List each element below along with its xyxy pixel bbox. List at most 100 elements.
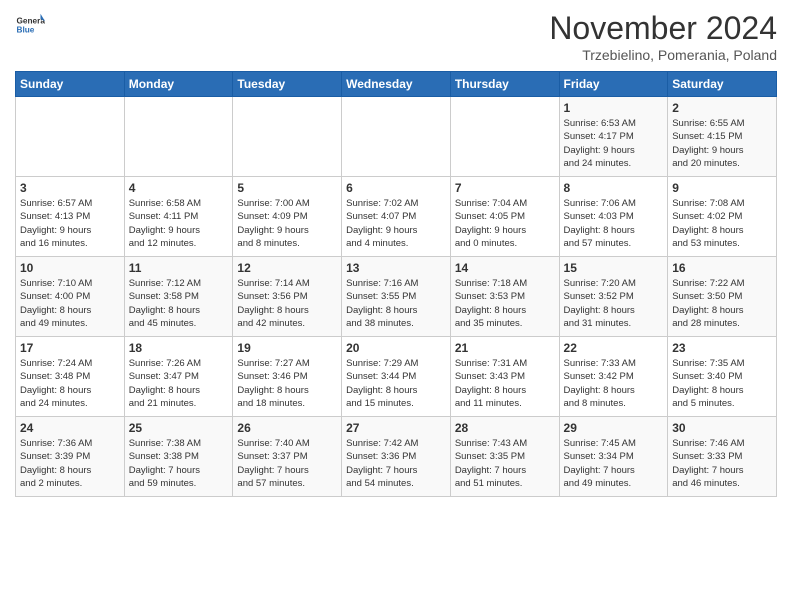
table-row: 19 Sunrise: 7:27 AM Sunset: 3:46 PM Dayli…	[233, 337, 342, 417]
table-row: 15 Sunrise: 7:20 AM Sunset: 3:52 PM Dayli…	[559, 257, 668, 337]
logo: General Blue	[15, 10, 49, 40]
table-row: 30Sunrise: 7:46 AM Sunset: 3:33 PM Dayli…	[668, 417, 777, 497]
day-number: 11	[129, 261, 229, 275]
day-number: 19	[237, 341, 337, 355]
location: Trzebielino, Pomerania, Poland	[549, 47, 777, 63]
table-row	[124, 97, 233, 177]
table-row: 2 Sunrise: 6:55 AM Sunset: 4:15 PM Daylig…	[668, 97, 777, 177]
calendar-week-row: 17 Sunrise: 7:24 AM Sunset: 3:48 PM Dayli…	[16, 337, 777, 417]
day-info: Sunrise: 7:02 AM Sunset: 4:07 PM Dayligh…	[346, 197, 446, 250]
day-number: 8	[564, 181, 664, 195]
day-info: Sunrise: 7:24 AM Sunset: 3:48 PM Dayligh…	[20, 357, 120, 410]
day-number: 4	[129, 181, 229, 195]
table-row: 8 Sunrise: 7:06 AM Sunset: 4:03 PM Daylig…	[559, 177, 668, 257]
day-info: Sunrise: 7:16 AM Sunset: 3:55 PM Dayligh…	[346, 277, 446, 330]
day-number: 5	[237, 181, 337, 195]
calendar-table: Sunday Monday Tuesday Wednesday Thursday…	[15, 71, 777, 497]
day-number: 17	[20, 341, 120, 355]
col-saturday: Saturday	[668, 72, 777, 97]
day-number: 27	[346, 421, 446, 435]
day-info: Sunrise: 7:12 AM Sunset: 3:58 PM Dayligh…	[129, 277, 229, 330]
day-info: Sunrise: 7:27 AM Sunset: 3:46 PM Dayligh…	[237, 357, 337, 410]
day-number: 12	[237, 261, 337, 275]
table-row: 26 Sunrise: 7:40 AM Sunset: 3:37 PM Dayli…	[233, 417, 342, 497]
day-info: Sunrise: 7:42 AM Sunset: 3:36 PM Dayligh…	[346, 437, 446, 490]
day-info: Sunrise: 6:55 AM Sunset: 4:15 PM Dayligh…	[672, 117, 772, 170]
day-number: 23	[672, 341, 772, 355]
calendar-week-row: 24 Sunrise: 7:36 AM Sunset: 3:39 PM Dayli…	[16, 417, 777, 497]
table-row: 13 Sunrise: 7:16 AM Sunset: 3:55 PM Dayli…	[342, 257, 451, 337]
day-info: Sunrise: 7:36 AM Sunset: 3:39 PM Dayligh…	[20, 437, 120, 490]
table-row: 6Sunrise: 7:02 AM Sunset: 4:07 PM Daylig…	[342, 177, 451, 257]
table-row: 7 Sunrise: 7:04 AM Sunset: 4:05 PM Daylig…	[450, 177, 559, 257]
day-number: 2	[672, 101, 772, 115]
table-row: 25 Sunrise: 7:38 AM Sunset: 3:38 PM Dayli…	[124, 417, 233, 497]
table-row	[16, 97, 125, 177]
table-row: 4Sunrise: 6:58 AM Sunset: 4:11 PM Daylig…	[124, 177, 233, 257]
table-row: 22 Sunrise: 7:33 AM Sunset: 3:42 PM Dayli…	[559, 337, 668, 417]
day-number: 15	[564, 261, 664, 275]
day-info: Sunrise: 6:57 AM Sunset: 4:13 PM Dayligh…	[20, 197, 120, 250]
table-row: 21Sunrise: 7:31 AM Sunset: 3:43 PM Dayli…	[450, 337, 559, 417]
logo-icon: General Blue	[15, 10, 45, 40]
table-row: 12 Sunrise: 7:14 AM Sunset: 3:56 PM Dayli…	[233, 257, 342, 337]
day-number: 16	[672, 261, 772, 275]
day-info: Sunrise: 7:20 AM Sunset: 3:52 PM Dayligh…	[564, 277, 664, 330]
day-number: 26	[237, 421, 337, 435]
table-row: 20 Sunrise: 7:29 AM Sunset: 3:44 PM Dayli…	[342, 337, 451, 417]
title-section: November 2024 Trzebielino, Pomerania, Po…	[549, 10, 777, 63]
day-info: Sunrise: 7:29 AM Sunset: 3:44 PM Dayligh…	[346, 357, 446, 410]
day-number: 7	[455, 181, 555, 195]
day-info: Sunrise: 7:04 AM Sunset: 4:05 PM Dayligh…	[455, 197, 555, 250]
day-number: 14	[455, 261, 555, 275]
table-row	[450, 97, 559, 177]
table-row: 1 Sunrise: 6:53 AM Sunset: 4:17 PM Daylig…	[559, 97, 668, 177]
day-info: Sunrise: 7:33 AM Sunset: 3:42 PM Dayligh…	[564, 357, 664, 410]
day-info: Sunrise: 6:53 AM Sunset: 4:17 PM Dayligh…	[564, 117, 664, 170]
day-info: Sunrise: 7:08 AM Sunset: 4:02 PM Dayligh…	[672, 197, 772, 250]
day-number: 25	[129, 421, 229, 435]
day-info: Sunrise: 7:22 AM Sunset: 3:50 PM Dayligh…	[672, 277, 772, 330]
day-info: Sunrise: 7:45 AM Sunset: 3:34 PM Dayligh…	[564, 437, 664, 490]
day-number: 21	[455, 341, 555, 355]
day-info: Sunrise: 7:38 AM Sunset: 3:38 PM Dayligh…	[129, 437, 229, 490]
calendar-week-row: 1 Sunrise: 6:53 AM Sunset: 4:17 PM Daylig…	[16, 97, 777, 177]
day-number: 30	[672, 421, 772, 435]
day-info: Sunrise: 7:10 AM Sunset: 4:00 PM Dayligh…	[20, 277, 120, 330]
page-container: General Blue November 2024 Trzebielino, …	[0, 0, 792, 502]
month-title: November 2024	[549, 10, 777, 47]
day-number: 28	[455, 421, 555, 435]
day-number: 18	[129, 341, 229, 355]
table-row	[233, 97, 342, 177]
day-info: Sunrise: 7:40 AM Sunset: 3:37 PM Dayligh…	[237, 437, 337, 490]
col-sunday: Sunday	[16, 72, 125, 97]
col-friday: Friday	[559, 72, 668, 97]
col-monday: Monday	[124, 72, 233, 97]
table-row: 3 Sunrise: 6:57 AM Sunset: 4:13 PM Daylig…	[16, 177, 125, 257]
table-row: 27 Sunrise: 7:42 AM Sunset: 3:36 PM Dayli…	[342, 417, 451, 497]
day-number: 20	[346, 341, 446, 355]
day-number: 13	[346, 261, 446, 275]
day-info: Sunrise: 7:14 AM Sunset: 3:56 PM Dayligh…	[237, 277, 337, 330]
table-row	[342, 97, 451, 177]
table-row: 24 Sunrise: 7:36 AM Sunset: 3:39 PM Dayli…	[16, 417, 125, 497]
day-info: Sunrise: 7:26 AM Sunset: 3:47 PM Dayligh…	[129, 357, 229, 410]
day-number: 10	[20, 261, 120, 275]
col-tuesday: Tuesday	[233, 72, 342, 97]
table-row: 28 Sunrise: 7:43 AM Sunset: 3:35 PM Dayli…	[450, 417, 559, 497]
day-number: 24	[20, 421, 120, 435]
svg-text:Blue: Blue	[17, 26, 35, 35]
table-row: 10 Sunrise: 7:10 AM Sunset: 4:00 PM Dayli…	[16, 257, 125, 337]
day-info: Sunrise: 7:06 AM Sunset: 4:03 PM Dayligh…	[564, 197, 664, 250]
day-number: 1	[564, 101, 664, 115]
calendar-header-row: Sunday Monday Tuesday Wednesday Thursday…	[16, 72, 777, 97]
page-header: General Blue November 2024 Trzebielino, …	[15, 10, 777, 63]
table-row: 18 Sunrise: 7:26 AM Sunset: 3:47 PM Dayli…	[124, 337, 233, 417]
calendar-week-row: 3 Sunrise: 6:57 AM Sunset: 4:13 PM Daylig…	[16, 177, 777, 257]
table-row: 17 Sunrise: 7:24 AM Sunset: 3:48 PM Dayli…	[16, 337, 125, 417]
day-number: 22	[564, 341, 664, 355]
day-number: 3	[20, 181, 120, 195]
day-info: Sunrise: 7:43 AM Sunset: 3:35 PM Dayligh…	[455, 437, 555, 490]
table-row: 9Sunrise: 7:08 AM Sunset: 4:02 PM Daylig…	[668, 177, 777, 257]
day-info: Sunrise: 7:00 AM Sunset: 4:09 PM Dayligh…	[237, 197, 337, 250]
